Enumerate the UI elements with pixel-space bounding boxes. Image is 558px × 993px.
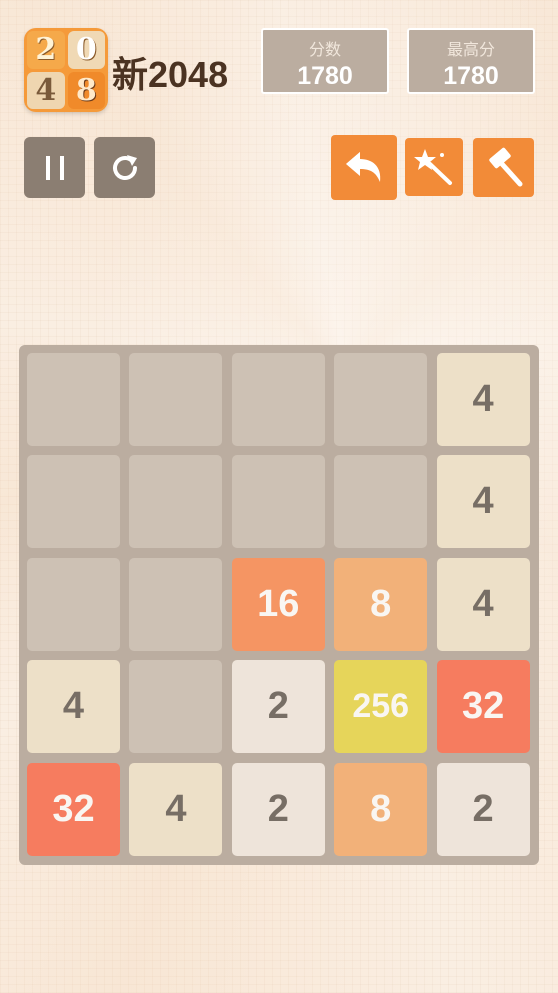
tile: 4: [436, 455, 530, 549]
tile: 4: [436, 557, 530, 651]
tile: 2: [436, 762, 530, 856]
magic-wand-icon: [414, 149, 452, 185]
app-title: 新2048: [112, 54, 229, 95]
pause-button[interactable]: [24, 137, 85, 198]
tile: 32: [436, 660, 530, 754]
tile: 2: [231, 762, 325, 856]
hammer-icon: [488, 147, 522, 186]
tile: 4: [129, 762, 223, 856]
empty-cell: [129, 557, 223, 651]
restart-icon: [112, 154, 137, 180]
score-label: 分数: [308, 42, 341, 59]
empty-cell: [129, 353, 223, 446]
tile: 32: [27, 762, 120, 856]
game-board[interactable]: 4 4 16 8 4 4 2 256 32 32 4 2 8 2: [19, 345, 539, 865]
logo-tile: 0: [67, 31, 105, 69]
undo-icon: [346, 151, 381, 182]
best-score-value: 1780: [443, 62, 499, 90]
logo-tile: 8: [67, 71, 105, 109]
best-score-label: 最高分: [446, 42, 495, 59]
empty-cell: [27, 353, 120, 446]
score-box: 分数 1780: [261, 28, 389, 94]
best-score-box: 最高分 1780: [407, 28, 535, 94]
tile: 8: [334, 762, 428, 856]
empty-cell: [334, 353, 428, 446]
undo-button[interactable]: [331, 135, 397, 200]
empty-cell: [231, 353, 325, 446]
empty-cell: [27, 455, 120, 549]
tile: 8: [334, 557, 428, 651]
empty-cell: [334, 455, 428, 549]
empty-cell: [27, 557, 120, 651]
magic-wand-button[interactable]: [405, 138, 463, 196]
tile: 4: [27, 660, 120, 754]
empty-cell: [129, 660, 223, 754]
restart-button[interactable]: [94, 137, 155, 198]
logo-tile: 4: [27, 71, 65, 109]
empty-cell: [231, 455, 325, 549]
hammer-button[interactable]: [473, 138, 534, 197]
empty-cell: [129, 455, 223, 549]
logo-tile: 2: [27, 31, 65, 69]
tile: 2: [231, 660, 325, 754]
pause-icon: [45, 155, 64, 180]
tile: 16: [231, 557, 325, 651]
score-value: 1780: [297, 62, 353, 90]
tile: 4: [436, 353, 530, 446]
tile: 256: [334, 660, 428, 754]
app-logo: 2 0 4 8: [24, 28, 108, 112]
